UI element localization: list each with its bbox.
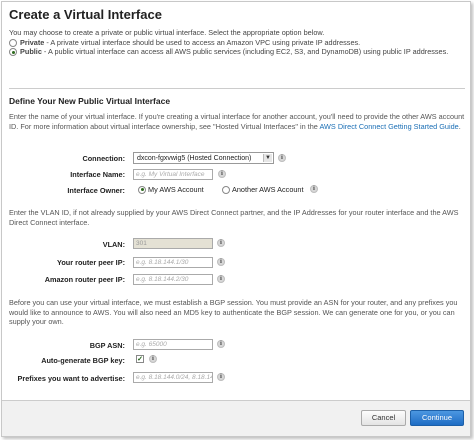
bgp-help-text: Before you can use your virtual interfac… [9,298,458,327]
vlan-input[interactable]: 301 [133,238,213,249]
create-virtual-interface-dialog: Create a Virtual Interface You may choos… [1,1,471,437]
interface-name-input[interactable]: e.g. My Virtual Interface [133,169,213,180]
info-icon[interactable]: i [217,373,225,381]
bgp-asn-input[interactable]: e.g. 65000 [133,339,213,350]
public-option[interactable]: Public - A public virtual interface can … [9,47,464,57]
name-help-text: Enter the name of your virtual interface… [9,112,465,131]
continue-button[interactable]: Continue [410,410,464,426]
vlan-label: VLAN: [102,240,125,249]
chevron-down-icon: ▼ [263,154,272,162]
interface-name-label: Interface Name: [70,170,125,179]
info-icon[interactable]: i [217,239,225,247]
connection-select[interactable]: dxcon-fgxvwig5 (Hosted Connection) ▼ [133,152,274,164]
private-label: Private [20,37,45,47]
info-icon[interactable]: i [217,258,225,266]
owner-option-other[interactable]: Another AWS Account [222,185,304,194]
owner-other-radio[interactable] [222,185,230,194]
owner-option-mine[interactable]: My AWS Account [138,185,204,194]
amazon-peer-ip-label: Amazon router peer IP: [44,275,125,284]
auto-bgp-key-checkbox[interactable]: ✓ [136,355,144,363]
owner-other-label: Another AWS Account [232,185,304,194]
router-peer-ip-label: Your router peer IP: [57,258,125,267]
divider [9,88,465,89]
public-description: - A public virtual interface can access … [41,47,449,57]
router-peer-ip-input[interactable]: e.g. 8.18.144.1/30 [133,257,213,268]
interface-owner-label: Interface Owner: [67,186,125,195]
vlan-help-text: Enter the VLAN ID, if not already suppli… [9,208,459,227]
owner-mine-radio[interactable] [138,185,146,194]
bgp-asn-label: BGP ASN: [89,341,125,350]
getting-started-guide-link[interactable]: AWS Direct Connect Getting Started Guide [319,122,458,131]
prefixes-input[interactable]: e.g. 8.18.144.0/24, 8.18.145.0 [133,372,213,383]
public-radio[interactable] [9,48,17,57]
check-icon: ✓ [137,356,143,363]
private-description: - A private virtual interface should be … [44,37,361,47]
private-option[interactable]: Private - A private virtual interface sh… [9,38,464,48]
connection-label: Connection: [82,154,125,163]
name-help-end: . [458,121,461,131]
owner-mine-label: My AWS Account [148,185,204,194]
info-icon[interactable]: i [217,340,225,348]
public-label: Public [20,47,42,57]
info-icon[interactable]: i [278,154,286,162]
dialog-footer: Cancel Continue [2,400,470,436]
private-radio[interactable] [9,38,17,47]
prefixes-label: Prefixes you want to advertise: [17,374,125,383]
info-icon[interactable]: i [310,185,318,193]
intro-text: You may choose to create a private or pu… [9,28,464,57]
info-icon[interactable]: i [149,355,157,363]
auto-bgp-key-label: Auto-generate BGP key: [41,356,125,365]
private-option-text: Private - A private virtual interface sh… [20,38,360,48]
info-icon[interactable]: i [218,170,226,178]
intro-sentence: You may choose to create a private or pu… [9,28,325,37]
amazon-peer-ip-input[interactable]: e.g. 8.18.144.2/30 [133,274,213,285]
cancel-button[interactable]: Cancel [361,410,406,426]
connection-value: dxcon-fgxvwig5 (Hosted Connection) [137,155,252,162]
info-icon[interactable]: i [217,275,225,283]
public-option-text: Public - A public virtual interface can … [20,47,448,57]
section-title: Define Your New Public Virtual Interface [9,96,171,106]
dialog-title: Create a Virtual Interface [9,7,162,22]
